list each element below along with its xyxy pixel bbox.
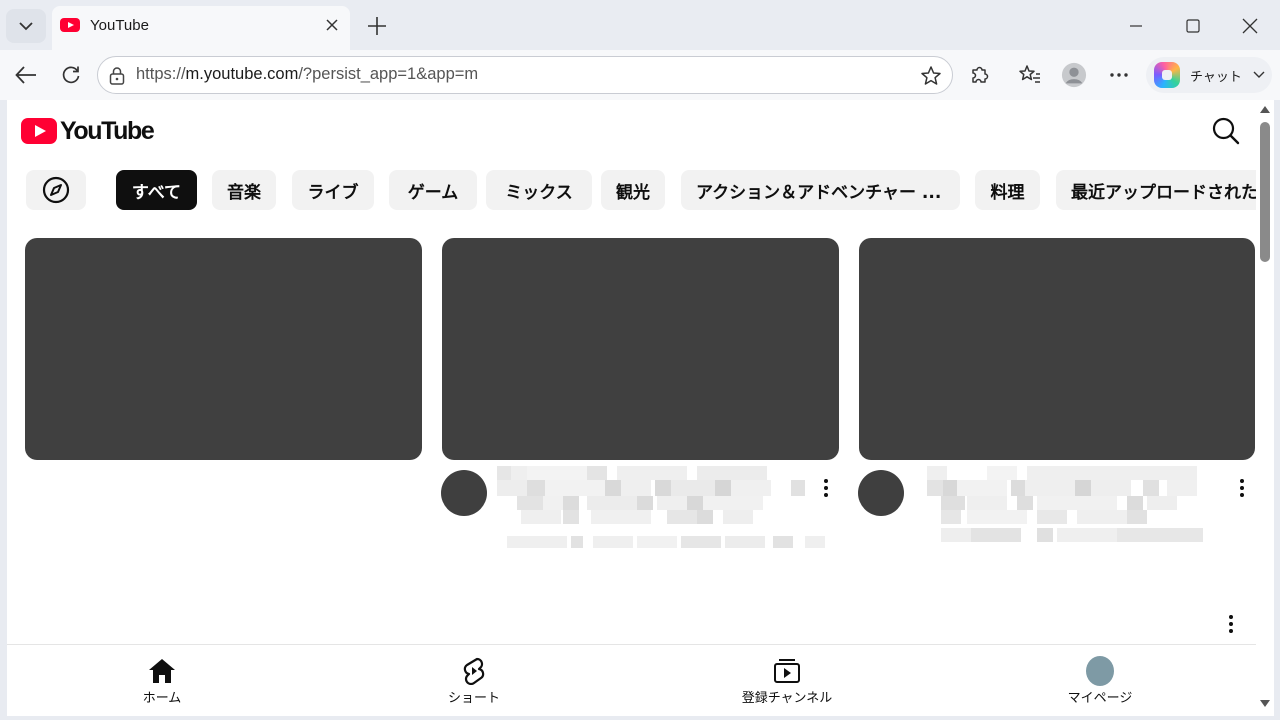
window-edge [1274, 100, 1280, 720]
nav-shorts-label: ショート [447, 691, 500, 706]
shorts-icon [463, 657, 485, 685]
scroll-up-arrow-icon[interactable] [1260, 106, 1270, 113]
plus-icon [368, 17, 386, 35]
copilot-icon [1154, 62, 1180, 88]
tab-title: YouTube [90, 17, 149, 34]
nav-home-label: ホーム [142, 691, 182, 706]
arrow-left-icon [15, 66, 36, 84]
minimize-button[interactable] [1123, 13, 1149, 39]
tab-close-button[interactable] [322, 15, 342, 35]
more-vertical-icon [1240, 479, 1244, 497]
lock-icon[interactable] [108, 66, 126, 86]
scroll-down-arrow-icon[interactable] [1260, 700, 1270, 707]
url-path: /?persist_app=1&app=m [298, 65, 479, 83]
profile-button[interactable] [1061, 62, 1087, 88]
new-tab-button[interactable] [364, 13, 390, 39]
nav-subscriptions-label: 登録チャンネル [741, 691, 833, 706]
url-text: https://m.youtube.com/?persist_app=1&app… [136, 65, 478, 84]
close-icon [326, 19, 338, 31]
chevron-down-icon [19, 22, 33, 31]
nav-my-page-label: マイページ [1067, 691, 1133, 706]
video-thumbnail[interactable] [442, 238, 839, 460]
youtube-logo-text: YouTube [60, 116, 155, 145]
close-icon [1242, 18, 1258, 34]
copilot-button[interactable]: チャット [1146, 57, 1272, 93]
search-button[interactable] [1211, 116, 1241, 146]
chip-games[interactable]: ゲーム [389, 170, 477, 210]
video-title-redacted[interactable] [927, 466, 1207, 546]
favorites-list-icon [1019, 65, 1040, 83]
tab-actions-menu-button[interactable] [6, 9, 46, 43]
maximize-button[interactable] [1180, 13, 1206, 39]
youtube-page: YouTube すべて 音楽 ライブ ゲーム ミックス 観光 アクション＆アドベ… [7, 100, 1256, 716]
minimize-icon [1130, 25, 1142, 27]
chip-sightseeing[interactable]: 観光 [601, 170, 665, 210]
copilot-label: チャット [1190, 70, 1242, 85]
close-window-button[interactable] [1237, 13, 1263, 39]
chip-live[interactable]: ライブ [292, 170, 374, 210]
favorites-button[interactable] [1017, 62, 1043, 88]
url-host: m.youtube.com [185, 65, 299, 83]
chip-all[interactable]: すべて [116, 170, 197, 210]
explore-chip[interactable] [26, 170, 86, 210]
refresh-button[interactable] [58, 62, 84, 88]
video-title-redacted[interactable] [497, 466, 827, 550]
chip-mix[interactable]: ミックス [486, 170, 592, 210]
nav-my-page[interactable]: マイページ [1030, 655, 1170, 709]
more-vertical-icon [824, 479, 828, 497]
chip-recently-uploaded[interactable]: 最近アップロードされた [1056, 170, 1256, 210]
chevron-down-icon [1253, 71, 1265, 78]
settings-more-button[interactable] [1106, 62, 1132, 88]
subscriptions-icon [774, 659, 800, 683]
browser-toolbar: https://m.youtube.com/?persist_app=1&app… [0, 50, 1280, 100]
nav-shorts[interactable]: ショート [404, 655, 544, 709]
youtube-logo[interactable]: YouTube [21, 116, 155, 145]
nav-subscriptions[interactable]: 登録チャンネル [717, 655, 857, 709]
more-horizontal-icon [1110, 73, 1128, 77]
back-button[interactable] [13, 62, 39, 88]
maximize-icon [1186, 19, 1200, 33]
nav-home[interactable]: ホーム [92, 655, 232, 709]
bottom-navigation: ホーム ショート 登録チャンネル マイページ [7, 644, 1256, 716]
video-more-options-button[interactable] [816, 476, 836, 500]
extensions-button[interactable] [967, 62, 993, 88]
video-more-options-button[interactable] [1221, 612, 1241, 636]
video-thumbnail[interactable] [25, 238, 422, 460]
profile-avatar-icon [1061, 62, 1087, 88]
browser-tab[interactable]: YouTube [52, 6, 350, 50]
puzzle-icon [972, 66, 989, 83]
more-vertical-icon [1229, 615, 1233, 633]
chip-cooking[interactable]: 料理 [975, 170, 1040, 210]
url-prefix: https:// [136, 65, 186, 83]
channel-avatar[interactable] [441, 470, 487, 516]
avatar [1086, 656, 1114, 686]
home-icon [149, 659, 175, 683]
search-icon [1212, 117, 1240, 145]
channel-avatar[interactable] [858, 470, 904, 516]
youtube-favicon-icon [60, 18, 80, 32]
chip-music[interactable]: 音楽 [212, 170, 276, 210]
browser-tabstrip: YouTube [0, 0, 1280, 50]
page-scrollbar[interactable] [1256, 100, 1274, 716]
address-bar[interactable]: https://m.youtube.com/?persist_app=1&app… [97, 56, 953, 94]
scrollbar-thumb[interactable] [1260, 122, 1270, 262]
category-chips: すべて 音楽 ライブ ゲーム ミックス 観光 アクション＆アドベンチャー ...… [7, 170, 1256, 210]
chip-action-adventure[interactable]: アクション＆アドベンチャー ... [681, 170, 960, 210]
compass-icon [42, 176, 70, 204]
favorite-star-icon[interactable] [920, 65, 942, 87]
video-thumbnail[interactable] [859, 238, 1255, 460]
video-more-options-button[interactable] [1232, 476, 1252, 500]
youtube-play-logo-icon [21, 118, 57, 144]
refresh-icon [62, 66, 80, 84]
